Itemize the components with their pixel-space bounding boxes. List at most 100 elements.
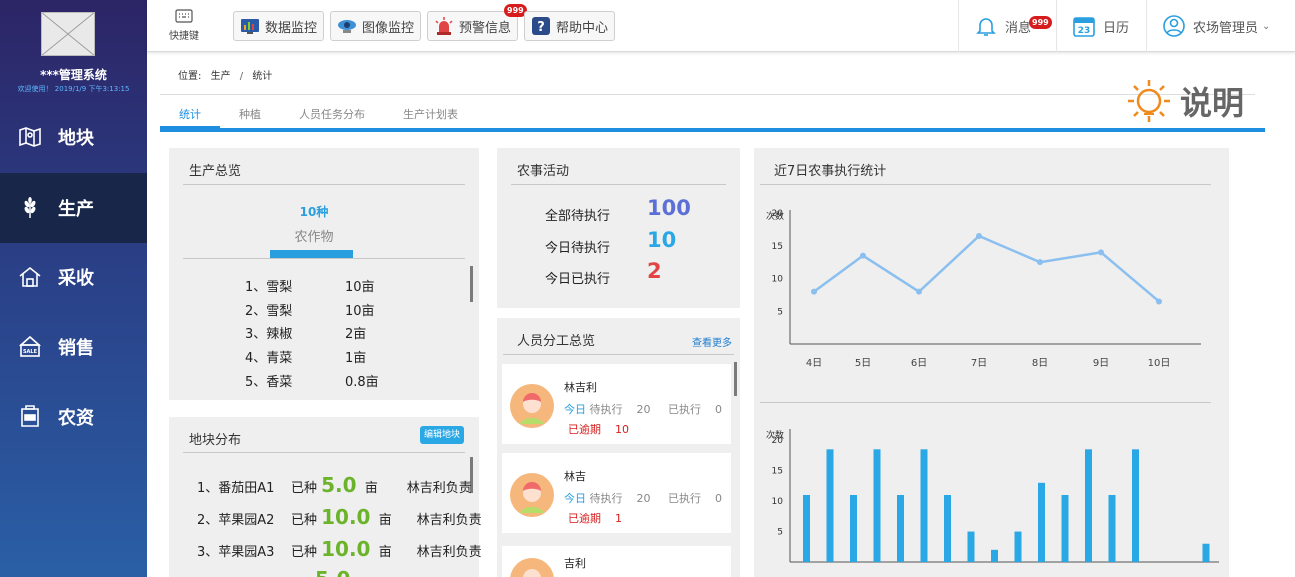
svg-text:SALE: SALE [23,349,38,355]
tab-statistics[interactable]: 统计 [160,104,220,128]
panel-title: 人员分工总览 [517,334,596,349]
sidebar-item-label: 生产 [58,199,94,220]
alert-info-label: 预警信息 [459,20,512,36]
execution-stats-panel: 近7日农事执行统计 次数 5 10 15 20 4日 5日 6日 7日 8日 9日 10日 次数 5 10… [754,148,1229,577]
highlight-bar [270,250,353,258]
messages-badge: 999 [1029,16,1052,29]
stat-label: 今日待执行 [545,241,611,256]
staff-overdue: 已逾期 10 [568,423,629,436]
breadcrumb-item[interactable]: 生产 [211,71,231,82]
divider [183,258,465,259]
staff-card[interactable]: 林吉利 今日 待执行 20 已执行 0 已逾期 10 [502,364,731,444]
stat-today-pending: 今日待执行 10 [545,228,676,256]
stat-label: 全部待执行 [545,209,611,224]
staff-name: 林吉 [564,470,586,483]
list-item-area: 10亩 [345,280,375,295]
staff-overview-panel: 人员分工总览 查看更多 林吉利 今日 待执行 20 已执行 0 已逾期 10 林… [497,318,740,577]
image-monitor-button[interactable]: 图像监控 [330,11,422,41]
production-overview-panel: 生产总览 10种 农作物 1、雪梨 10亩 2、雪梨 10亩 3、辣椒 2亩 4… [169,148,479,400]
help-icon: ? [531,16,551,36]
calendar-label: 日历 [1103,20,1130,36]
list-item-area: 10亩 [345,304,375,319]
sidebar-item-label: 销售 [58,338,94,359]
tab-underline [160,128,1265,132]
panel-title: 生产总览 [189,164,242,179]
staff-task-summary: 今日 待执行 20 已执行 0 [564,492,722,505]
crop-count-label: 农作物 [294,230,334,245]
sidebar-item-sales[interactable]: SALE 销售 [0,312,147,382]
stat-label: 今日已执行 [545,272,611,287]
plot-row: 3、苹果园A3 已种 10.0 亩 林吉利负责 [197,537,482,561]
plot-distribution-panel: 地块分布 编辑地块 1、番茄田A1 已种 5.0 亩 林吉利负责 2、苹果园A2… [169,417,482,577]
list-item: 3、辣椒 [245,327,293,342]
user-menu[interactable]: 农场管理员 ⌄ [1146,0,1295,52]
list-item-area: 2亩 [345,327,367,342]
plot-row: 5.0 [315,567,350,577]
scrollbar[interactable] [734,362,737,396]
crop-count: 10种 [299,205,329,219]
messages-button[interactable]: 消息 999 [958,0,1052,52]
sidebar-item-harvest[interactable]: 采收 [0,242,147,312]
tab-production-plan[interactable]: 生产计划表 [384,104,477,128]
staff-name: 吉利 [564,557,586,570]
bar [1038,482,1045,562]
tab-staff-tasks[interactable]: 人员任务分布 [280,104,384,128]
user-name: 农场管理员 [1193,20,1259,36]
breadcrumb-separator: / [239,71,244,82]
staff-card[interactable]: 林吉 今日 待执行 20 已执行 0 已逾期 1 [502,453,731,533]
stat-value: 100 [647,196,691,220]
supplies-icon [18,405,42,429]
divider [183,184,465,185]
sidebar-item-production[interactable]: 生产 [0,173,147,243]
list-item: 4、青菜 [245,351,293,366]
messages-label: 消息 [1005,20,1032,36]
alarm-icon [434,16,454,36]
app: ***管理系统 欢迎使用！ 2019/1/9 下午3:13:15 地块 生产 采… [0,0,1295,577]
camera-icon [337,16,357,36]
person-avatar [510,558,554,577]
breadcrumb: 位置: 生产 / 统计 [178,67,278,82]
data-monitor-icon [240,16,260,36]
wheat-icon [18,196,42,220]
sidebar-item-supplies[interactable]: 农资 [0,382,147,452]
bar [1014,531,1022,562]
bar [850,495,857,562]
help-label: 说明 [1180,84,1245,122]
edit-plots-button[interactable]: 编辑地块 [420,426,465,444]
system-title: ***管理系统 [40,68,107,82]
quick-key-button[interactable]: 快捷键 [159,8,209,42]
calendar-icon: 23 [1073,15,1095,37]
list-item: 1、雪梨 [245,280,293,295]
alert-info-button[interactable]: 预警信息 999 [427,4,527,41]
bar [920,449,928,562]
lightbulb-sun-icon [1124,76,1174,126]
help-center-button[interactable]: ? 帮助中心 [524,11,616,41]
bar [1132,449,1139,562]
help-explanation-button[interactable]: 说明 [1124,76,1244,126]
person-avatar [510,473,554,517]
list-item-area: 0.8亩 [345,375,379,390]
help-center-label: 帮助中心 [556,20,609,36]
y-tick-label: 5 [777,528,783,538]
calendar-button[interactable]: 23 日历 [1056,0,1146,52]
tab-planting[interactable]: 种植 [220,104,280,128]
user-avatar-icon [1163,15,1185,37]
staff-task-summary: 今日 待执行 20 已执行 0 [564,403,722,416]
bar [1085,449,1092,562]
bar [897,495,904,562]
divider [183,452,465,453]
y-tick-label: 10 [772,497,784,507]
sidebar-item-label: 采收 [58,268,94,289]
divider [160,94,1255,95]
divider [511,184,726,185]
barn-icon [18,265,42,289]
see-more-link[interactable]: 查看更多 [692,334,732,349]
data-monitor-button[interactable]: 数据监控 [233,11,325,41]
y-tick-label: 20 [772,436,784,446]
sidebar-item-plots[interactable]: 地块 [0,102,147,172]
staff-card[interactable]: 吉利 [502,546,731,577]
top-toolbar: 快捷键 数据监控 图像监控 预警信息 999 ? 帮助中心 消息 999 23 … [147,0,1295,52]
plot-row: 2、苹果园A2 已种 10.0 亩 林吉利负责 [197,505,482,529]
breadcrumb-prefix: 位置: [178,71,202,82]
scrollbar[interactable] [470,266,473,302]
